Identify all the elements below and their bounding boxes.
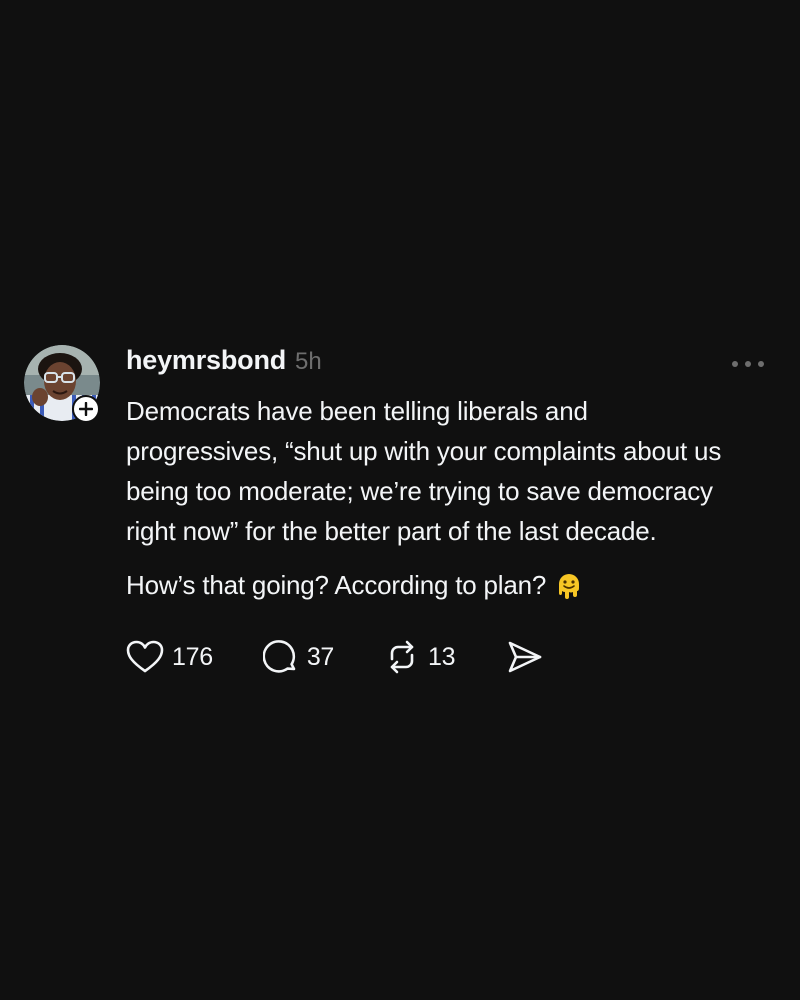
heart-icon xyxy=(126,640,164,673)
username[interactable]: heymrsbond xyxy=(126,345,286,376)
plus-icon xyxy=(79,402,93,416)
like-count: 176 xyxy=(172,642,213,671)
share-button[interactable] xyxy=(507,640,543,674)
more-options-button[interactable] xyxy=(730,349,766,379)
avatar-container xyxy=(24,345,100,423)
post-content: heymrsbond 5h Democrats have been tellin… xyxy=(126,345,774,679)
like-button[interactable]: 176 xyxy=(126,640,213,674)
repost-count: 13 xyxy=(428,642,456,671)
send-icon xyxy=(508,641,542,673)
more-horizontal-icon xyxy=(732,361,764,367)
post-header: heymrsbond 5h xyxy=(126,345,774,385)
reply-button[interactable]: 37 xyxy=(262,639,335,675)
post-body-paragraph-2-row: How’s that going? According to plan? xyxy=(126,565,774,605)
repost-button[interactable]: 13 xyxy=(384,639,456,675)
melting-face-emoji xyxy=(559,574,580,599)
follow-button[interactable] xyxy=(72,395,100,423)
repost-icon xyxy=(390,640,414,674)
action-bar: 176 37 13 xyxy=(126,635,774,679)
speech-bubble-icon xyxy=(262,640,296,673)
post-body-paragraph-1: Democrats have been telling liberals and… xyxy=(126,396,722,546)
timestamp: 5h xyxy=(295,348,322,375)
reply-count: 37 xyxy=(306,642,335,671)
post-body-paragraph-2: How’s that going? According to plan? xyxy=(126,570,547,600)
